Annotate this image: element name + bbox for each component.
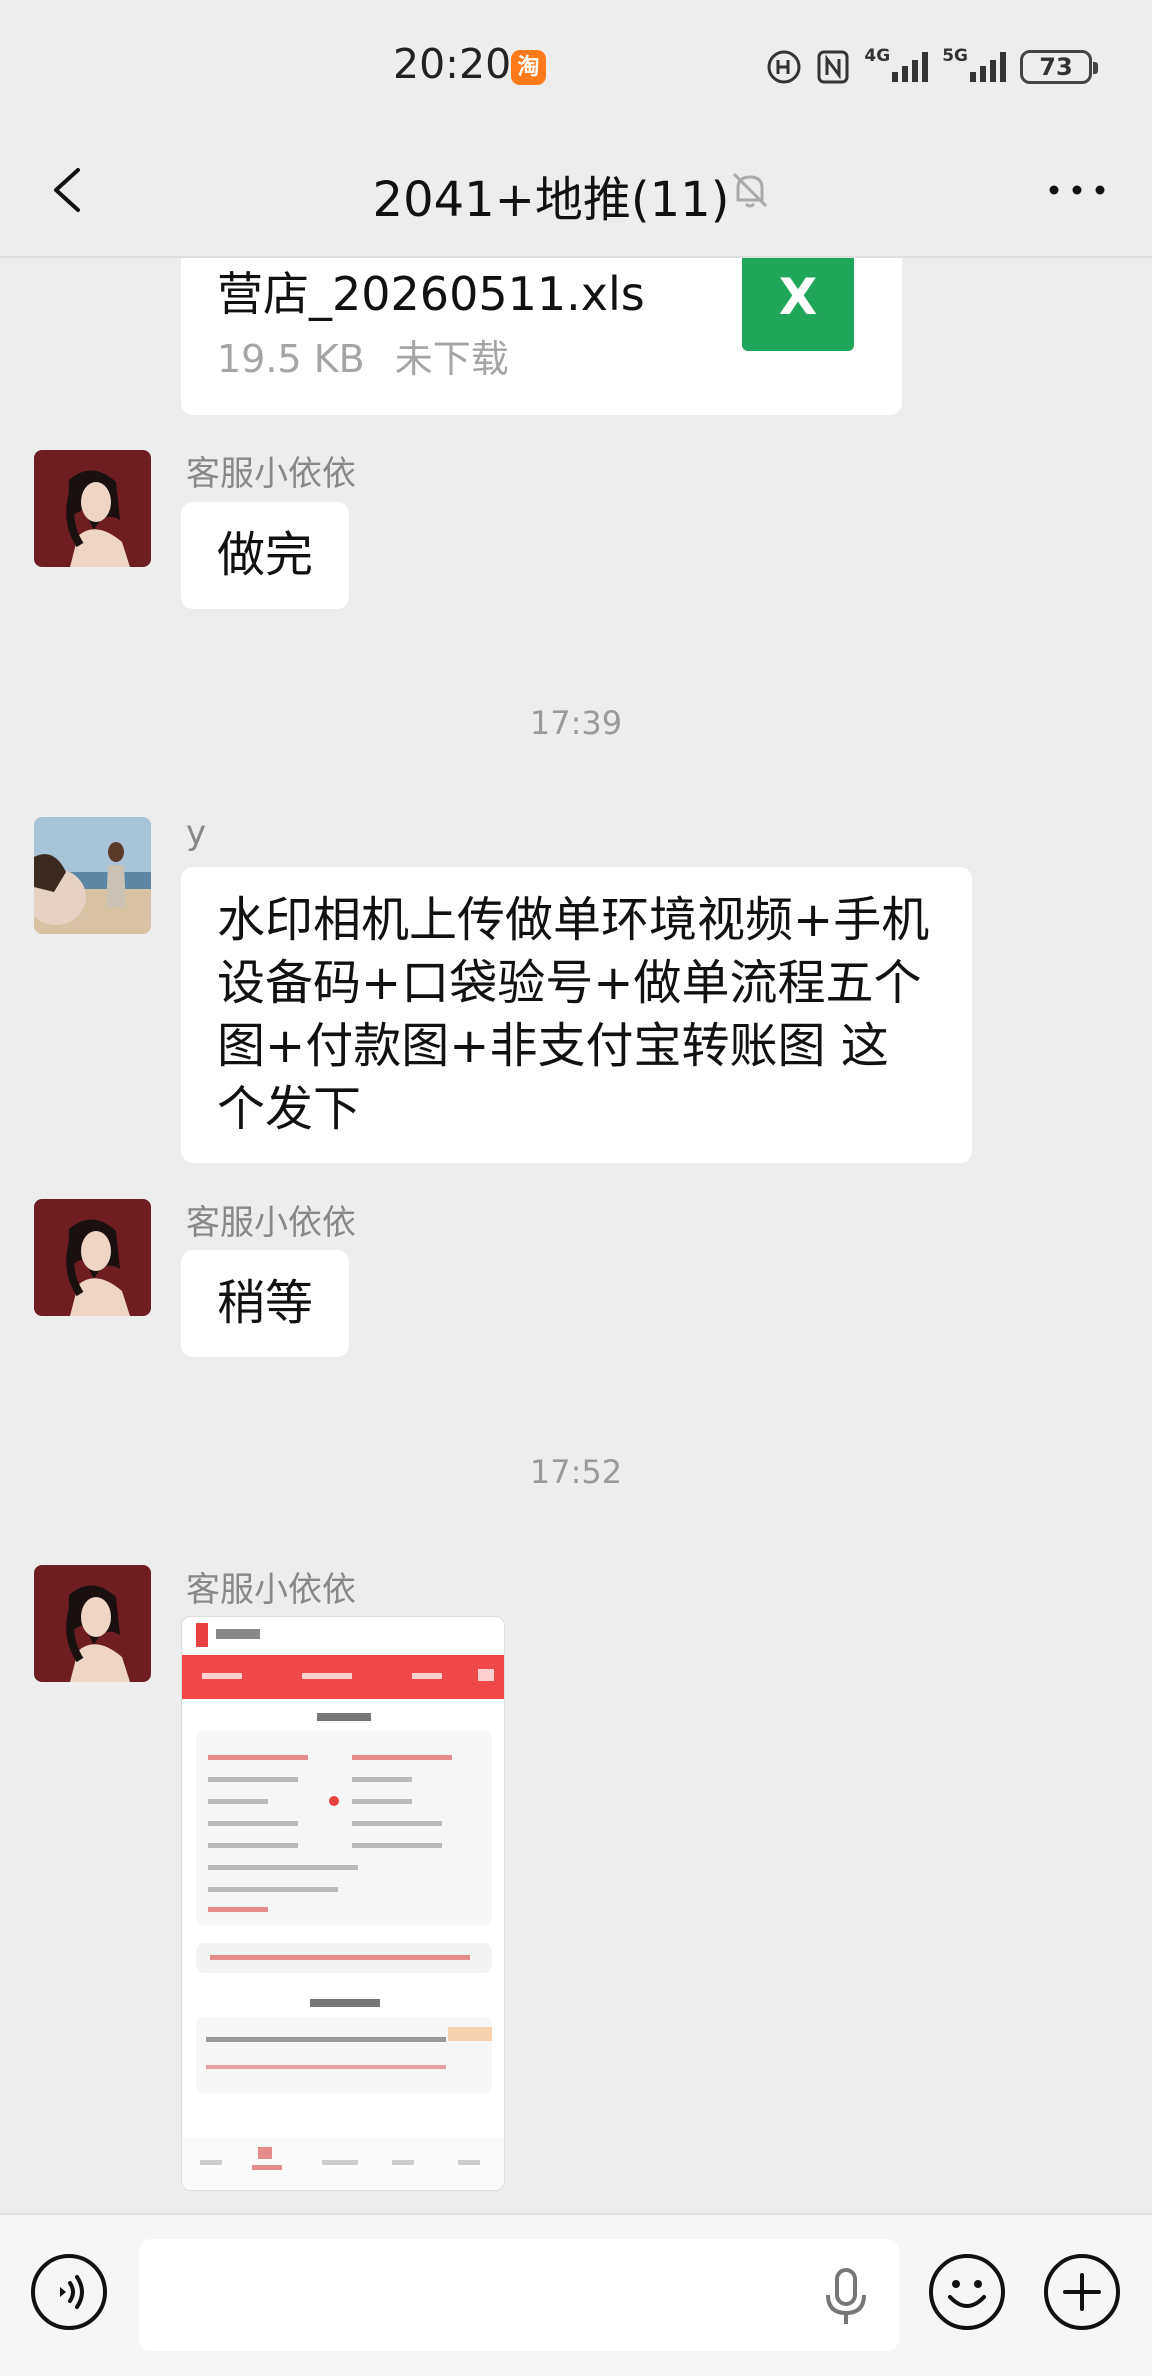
message-input[interactable]: [139, 2239, 899, 2351]
voice-mode-button[interactable]: [30, 2253, 108, 2331]
sender-name: 客服小依依: [186, 454, 356, 494]
status-time: 20:20: [393, 40, 512, 88]
hd-call-icon: [766, 48, 802, 86]
excel-file-icon: X: [742, 258, 854, 351]
avatar-illustration: [34, 1199, 151, 1316]
screenshot-thumbnail: [182, 1617, 504, 2190]
chat-messages[interactable]: 营店_20260511.xls 19.5 KB 未下载 X 客服小依依 做完 1…: [0, 258, 1152, 2213]
file-size: 19.5 KB: [217, 337, 365, 381]
message-bubble[interactable]: 水印相机上传做单环境视频+手机设备码+口袋验号+做单流程五个图+付款图+非支付宝…: [181, 867, 972, 1163]
status-icons: 4G 5G 73: [766, 46, 1098, 88]
smiley-icon: [929, 2254, 1005, 2330]
avatar[interactable]: [34, 817, 151, 934]
sender-name: 客服小依依: [186, 1203, 356, 1243]
message-bubble[interactable]: 稍等: [181, 1250, 350, 1357]
status-bar: 20:20 淘 4G 5G 73: [0, 0, 1152, 130]
signal-4g-icon: 4G: [864, 48, 929, 86]
taobao-notification-icon: 淘: [511, 50, 546, 85]
chat-title: 2041+地推(11): [372, 172, 730, 228]
file-message[interactable]: 营店_20260511.xls 19.5 KB 未下载 X: [181, 258, 902, 415]
avatar[interactable]: [34, 1199, 151, 1316]
avatar-photo: [34, 817, 151, 934]
sender-name: 客服小依依: [186, 1570, 356, 1610]
more-options-button[interactable]: [1042, 160, 1112, 220]
more-actions-button[interactable]: [1043, 2253, 1121, 2331]
nfc-icon: [816, 48, 850, 86]
image-message[interactable]: [181, 1616, 505, 2191]
avatar[interactable]: [34, 1565, 151, 1682]
bell-muted-icon: [728, 168, 772, 212]
message-bubble[interactable]: 做完: [181, 502, 350, 609]
file-name: 营店_20260511.xls: [217, 267, 645, 321]
file-download-status: 未下载: [394, 337, 509, 381]
file-meta: 19.5 KB 未下载: [217, 328, 509, 383]
signal-5g-icon: 5G: [942, 48, 1006, 86]
avatar-illustration: [34, 450, 151, 567]
input-bar: [0, 2213, 1152, 2376]
timestamp: 17:39: [529, 704, 623, 742]
plus-icon: [1044, 2254, 1120, 2330]
ellipsis-icon: [1049, 185, 1105, 195]
battery-icon: 73: [1020, 50, 1098, 84]
chat-header: 2041+地推(11): [0, 130, 1152, 258]
emoji-button[interactable]: [928, 2253, 1006, 2331]
voice-icon: [31, 2254, 107, 2330]
microphone-icon[interactable]: [822, 2267, 870, 2327]
avatar-illustration: [34, 1565, 151, 1682]
avatar[interactable]: [34, 450, 151, 567]
sender-name: y: [186, 813, 207, 853]
timestamp: 17:52: [529, 1453, 623, 1491]
